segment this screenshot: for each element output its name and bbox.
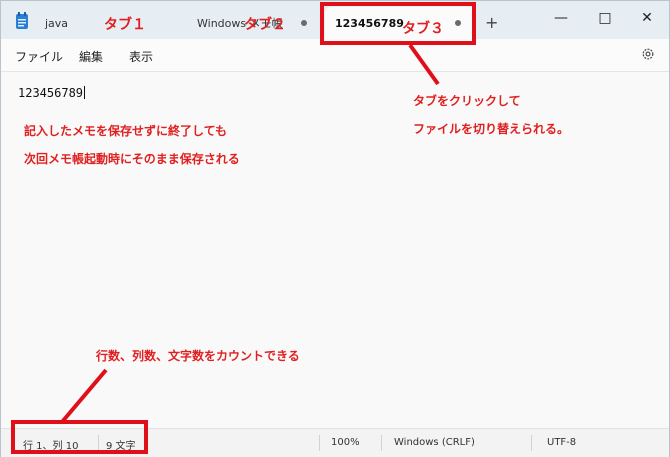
annotation-arrow-tab3 — [408, 43, 440, 86]
annotation-save-line1: 記入したメモを保存せずに終了しても — [24, 124, 228, 138]
annotation-count: 行数、列数、文字数をカウントできる — [96, 349, 300, 363]
annotation-switch-line2: ファイルを切り替えられる。 — [413, 122, 570, 136]
annotation-arrow-status — [60, 368, 108, 424]
annotation-highlight-status — [11, 420, 148, 454]
annotation-save-line2: 次回メモ帳起動時にそのまま保存される — [24, 152, 240, 166]
annotation-switch-line1: タブをクリックして — [413, 94, 521, 108]
annotation-arrows — [60, 43, 440, 424]
